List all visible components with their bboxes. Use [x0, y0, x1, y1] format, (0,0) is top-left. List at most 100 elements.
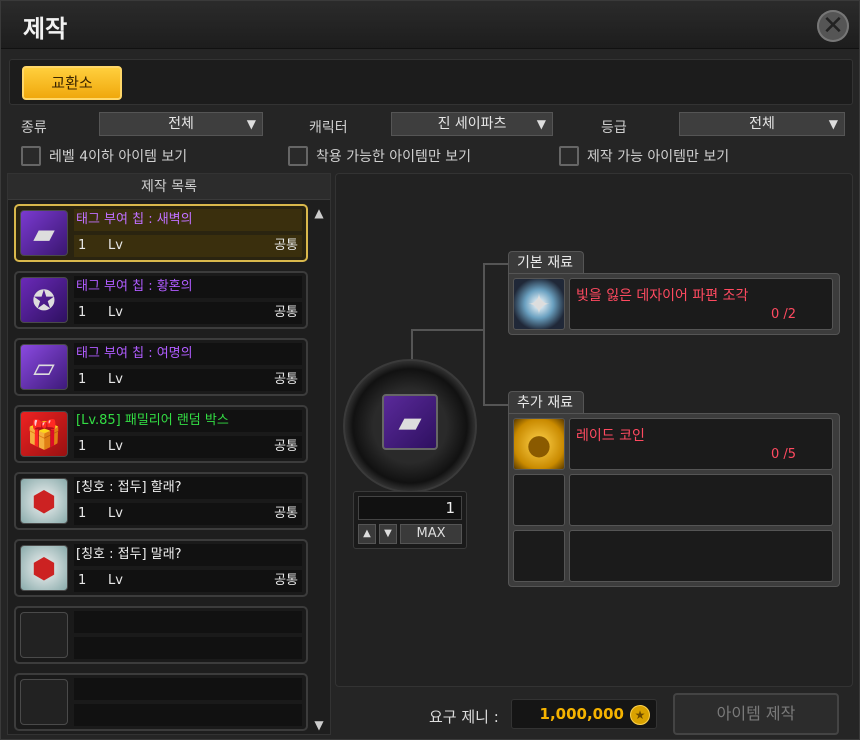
empty-slot-icon	[513, 474, 565, 526]
material-info: 레이드 코인 0 /5	[569, 418, 833, 470]
item-category: 공통	[274, 372, 298, 387]
item-name: 태그 부여 칩 : 새벽의	[74, 209, 302, 231]
quantity-stepper: 1 ▲ ▼ MAX	[353, 491, 467, 549]
empty-slot-level	[74, 637, 302, 659]
craftable-filter-checkbox[interactable]: 제작 가능 아이템만 보기	[559, 146, 729, 166]
quantity-input[interactable]: 1	[358, 496, 462, 520]
checkbox-label: 착용 가능한 아이템만 보기	[316, 149, 472, 165]
craft-item-button[interactable]: 아이템 제작	[673, 693, 839, 735]
material-name: 빛을 잃은 데자이어 파편 조각	[576, 288, 749, 304]
list-item[interactable]: ⬢ [칭호 : 접두] 말래? 1 Lv 공통	[14, 539, 308, 597]
scroll-up-icon[interactable]: ▲	[312, 206, 326, 220]
item-lv: Lv	[108, 238, 123, 253]
item-level-row: 1 Lv 공통	[74, 436, 302, 458]
item-qty: 1	[78, 439, 87, 454]
checkbox-label: 레벨 4이하 아이템 보기	[49, 149, 188, 165]
item-qty: 1	[78, 372, 87, 387]
item-name: 태그 부여 칩 : 황혼의	[74, 276, 302, 298]
chip-icon: ▱	[20, 344, 68, 390]
max-button[interactable]: MAX	[400, 524, 462, 544]
item-level-row: 1 Lv 공통	[74, 235, 302, 257]
type-dropdown[interactable]: 전체 ▼	[99, 112, 263, 136]
character-dropdown[interactable]: 진 세이파츠 ▼	[391, 112, 553, 136]
item-level-row: 1 Lv 공통	[74, 503, 302, 525]
grade-dropdown[interactable]: 전체 ▼	[679, 112, 845, 136]
extra-materials-box: ● 레이드 코인 0 /5	[508, 413, 840, 587]
material-row: ● 레이드 코인 0 /5	[513, 418, 835, 470]
required-zeny-value: 1,000,000	[539, 705, 624, 723]
grade-dropdown-value: 전체	[749, 116, 775, 132]
type-dropdown-value: 전체	[168, 116, 194, 132]
checkbox-label: 제작 가능 아이템만 보기	[587, 149, 730, 165]
empty-slot-icon	[513, 530, 565, 582]
item-level-row: 1 Lv 공통	[74, 302, 302, 324]
list-scrollbar[interactable]: ▲ ▼	[312, 206, 326, 732]
list-item[interactable]: ▰ 태그 부여 칩 : 새벽의 1 Lv 공통	[14, 204, 308, 262]
empty-material-row	[513, 474, 835, 526]
empty-list-slot	[14, 673, 308, 731]
item-name: [Lv.85] 패밀리어 랜덤 박스	[74, 410, 302, 432]
connector-line	[483, 263, 509, 265]
item-lv: Lv	[108, 506, 123, 521]
craft-list-panel: 제작 목록 ▰ 태그 부여 칩 : 새벽의 1 Lv 공통 ✪ 태그 부여 칩 …	[7, 173, 331, 735]
connector-line	[483, 404, 509, 406]
title-bar[interactable]: 제작 ✕	[1, 1, 859, 49]
grade-filter-label: 등급	[601, 120, 627, 136]
chip-icon: ✪	[20, 277, 68, 323]
craft-list-header: 제작 목록	[8, 174, 330, 200]
crafting-window: 제작 ✕ 교환소 종류 전체 ▼ 캐릭터 진 세이파츠 ▼ 등급 전체 ▼ 레벨…	[0, 0, 860, 740]
checkbox-box[interactable]	[21, 146, 41, 166]
required-zeny-box: 1,000,000 ★	[511, 699, 657, 729]
basic-materials-box: ✦ 빛을 잃은 데자이어 파편 조각 0 /2	[508, 273, 840, 335]
title-badge-icon: ⬢	[20, 478, 68, 524]
list-item[interactable]: 🎁 [Lv.85] 패밀리어 랜덤 박스 1 Lv 공통	[14, 405, 308, 463]
empty-slot-name	[74, 678, 302, 700]
empty-material-row	[513, 530, 835, 582]
empty-slot-icon	[20, 612, 68, 658]
extra-materials-tab: 추가 재료	[508, 391, 584, 413]
item-lv: Lv	[108, 305, 123, 320]
list-item[interactable]: ▱ 태그 부여 칩 : 여명의 1 Lv 공통	[14, 338, 308, 396]
material-name: 레이드 코인	[576, 428, 645, 444]
required-zeny-label: 요구 제니 :	[429, 708, 499, 726]
list-item[interactable]: ✪ 태그 부여 칩 : 황혼의 1 Lv 공통	[14, 271, 308, 329]
title-badge-icon: ⬢	[20, 545, 68, 591]
dropdown-arrow-icon: ▼	[536, 117, 546, 131]
dropdown-arrow-icon: ▼	[828, 117, 838, 131]
item-level-row: 1 Lv 공통	[74, 570, 302, 592]
close-icon[interactable]: ✕	[817, 10, 849, 42]
list-item[interactable]: ⬢ [칭호 : 접두] 할래? 1 Lv 공통	[14, 472, 308, 530]
window-title: 제작	[23, 15, 68, 43]
checkbox-box[interactable]	[559, 146, 579, 166]
chip-icon: ▰	[20, 210, 68, 256]
item-name: [칭호 : 접두] 할래?	[74, 477, 302, 499]
empty-slot-name	[74, 611, 302, 633]
connector-line	[411, 329, 483, 331]
item-qty: 1	[78, 238, 87, 253]
empty-material-info	[569, 530, 833, 582]
gift-box-icon: 🎁	[20, 411, 68, 457]
empty-list-slot	[14, 606, 308, 664]
scroll-down-icon[interactable]: ▼	[312, 718, 326, 732]
type-filter-label: 종류	[21, 120, 47, 136]
wearable-filter-checkbox[interactable]: 착용 가능한 아이템만 보기	[288, 146, 471, 166]
character-dropdown-value: 진 세이파츠	[437, 116, 507, 132]
dropdown-arrow-icon: ▼	[246, 117, 256, 131]
item-qty: 1	[78, 573, 87, 588]
empty-slot-level	[74, 704, 302, 726]
item-lv: Lv	[108, 372, 123, 387]
basic-materials-tab: 기본 재료	[508, 251, 584, 273]
item-qty: 1	[78, 305, 87, 320]
item-name: [칭호 : 접두] 말래?	[74, 544, 302, 566]
increase-icon[interactable]: ▲	[358, 524, 376, 544]
decrease-icon[interactable]: ▼	[379, 524, 397, 544]
checkbox-box[interactable]	[288, 146, 308, 166]
tab-exchange[interactable]: 교환소	[22, 66, 122, 100]
connector-line	[411, 329, 413, 361]
item-level-row: 1 Lv 공통	[74, 369, 302, 391]
item-category: 공통	[274, 439, 298, 454]
low-level-filter-checkbox[interactable]: 레벨 4이하 아이템 보기	[21, 146, 187, 166]
tab-bar: 교환소	[9, 59, 853, 105]
material-info: 빛을 잃은 데자이어 파편 조각 0 /2	[569, 278, 833, 330]
item-name: 태그 부여 칩 : 여명의	[74, 343, 302, 365]
